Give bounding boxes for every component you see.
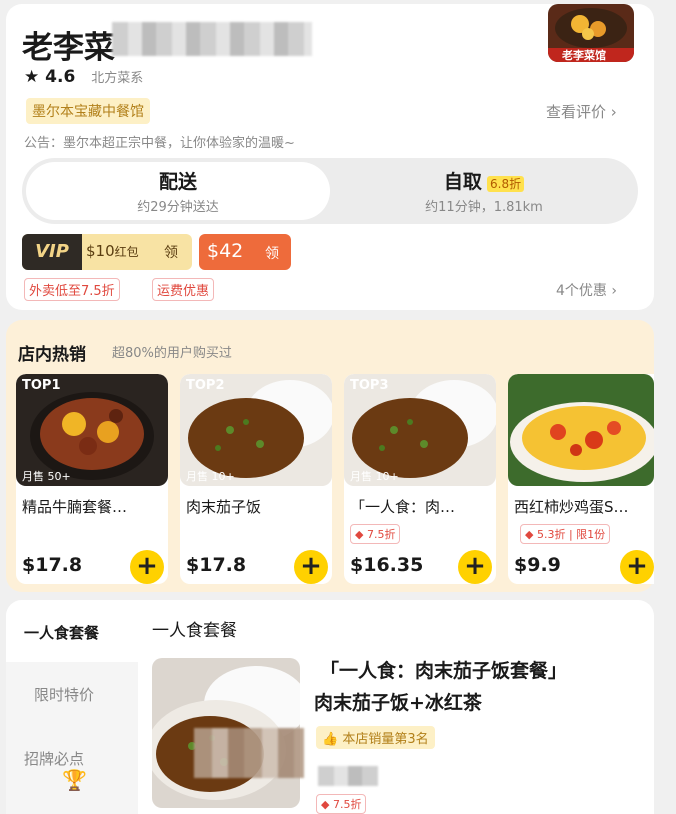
section-title: 一人食套餐 bbox=[152, 621, 237, 641]
coupon-amount: $42 bbox=[207, 240, 244, 262]
logo-caption: 老李菜馆 bbox=[562, 49, 606, 62]
item-name: 「一人食：肉… bbox=[350, 498, 456, 516]
deliver-time: 约29分钟送达 bbox=[137, 200, 219, 215]
chevron-right-icon: › bbox=[611, 283, 617, 299]
shop-notice[interactable]: 公告：墨尔本超正宗中餐，让你体验家的温暖~ bbox=[24, 132, 295, 151]
plus-icon[interactable]: + bbox=[458, 550, 492, 584]
discount-text: 5.3折 | 限1份 bbox=[536, 528, 606, 541]
hot-subtitle: 超80%的用户购买过 bbox=[112, 346, 232, 361]
item-name: 西红柿炒鸡蛋S… bbox=[514, 498, 629, 516]
tag-icon: ◆ bbox=[321, 798, 330, 811]
delivery-toggle: 配送 约29分钟送达 自取 6.8折 约11分钟，1.81km bbox=[22, 158, 638, 224]
category-item[interactable]: 限时特价 bbox=[34, 684, 94, 705]
item-name: 精品牛腩套餐… bbox=[22, 498, 128, 516]
deliver-option[interactable]: 配送 约29分钟送达 bbox=[26, 162, 330, 220]
category-item-active[interactable]: 一人食套餐 bbox=[6, 600, 138, 662]
shop-name: 老李菜 bbox=[22, 30, 115, 66]
item-name: 肉末茄子饭 bbox=[186, 498, 262, 516]
cuisine: 北方菜系 bbox=[91, 71, 144, 86]
hot-item-4[interactable]: 西红柿炒鸡蛋S… ◆ 5.3折 | 限1份 $9.9 + bbox=[508, 374, 654, 584]
vip-coupon[interactable]: VIP $10红包 领 bbox=[22, 234, 192, 270]
discount-tag: ◆ 7.5折 bbox=[350, 524, 401, 544]
rating-row: ★ 4.6 北方菜系 bbox=[24, 67, 143, 87]
offers-link-label: 4个优惠 bbox=[556, 283, 607, 299]
hot-selling-section: 店内热销 超80%的用户购买过 TOP1 月售 50+ 精品牛腩套餐… $17.… bbox=[6, 320, 654, 592]
vip-amount: $10 bbox=[86, 242, 115, 260]
store-coupon[interactable]: $42 领 bbox=[199, 234, 291, 270]
vip-label: VIP bbox=[22, 234, 82, 270]
rank-label: TOP2 bbox=[186, 378, 225, 393]
tag-icon: ◆ bbox=[355, 528, 364, 541]
plus-icon[interactable]: + bbox=[294, 550, 328, 584]
tag-icon: ◆ bbox=[525, 528, 534, 541]
sales-label: 月售 50+ bbox=[22, 470, 71, 483]
blurred-name bbox=[112, 22, 312, 56]
sales-rank-text: 本店销量第3名 bbox=[342, 732, 429, 747]
plus-icon[interactable]: + bbox=[620, 550, 654, 584]
pickup-option[interactable]: 自取 6.8折 约11分钟，1.81km bbox=[334, 162, 634, 220]
item-price: $17.8 bbox=[22, 554, 83, 576]
menu-item-name: 「一人食：肉末茄子饭套餐」 bbox=[320, 660, 568, 682]
blurred-price bbox=[318, 766, 378, 786]
promo-shipping: 运费优惠 bbox=[152, 278, 215, 301]
category-sidebar: 一人食套餐 限时特价 招牌必点 🏆 bbox=[6, 600, 138, 814]
star-icon: ★ bbox=[24, 67, 40, 87]
sales-label: 月售 10+ bbox=[350, 470, 399, 483]
discount-tag: ◆ 5.3折 | 限1份 bbox=[520, 524, 611, 544]
promo-discount: 外卖低至7.5折 bbox=[24, 278, 120, 301]
menu-item-desc: 肉末茄子饭+冰红茶 bbox=[314, 692, 482, 714]
shop-logo[interactable]: 老李菜馆 bbox=[548, 4, 634, 62]
food-image bbox=[508, 374, 654, 486]
hot-title: 店内热销 bbox=[18, 345, 86, 365]
review-link[interactable]: 查看评价 › bbox=[546, 101, 617, 122]
coupon-claim[interactable]: 领 bbox=[265, 243, 279, 263]
item-price: $17.8 bbox=[186, 554, 247, 576]
vip-unit: 红包 bbox=[114, 245, 139, 259]
shop-badge[interactable]: 墨尔本宝藏中餐馆 bbox=[26, 98, 150, 124]
offers-link[interactable]: 4个优惠 › bbox=[556, 280, 617, 300]
rating-value: 4.6 bbox=[45, 67, 76, 87]
plus-icon[interactable]: + bbox=[130, 550, 164, 584]
menu-discount-tag: ◆ 7.5折 bbox=[316, 794, 367, 814]
hot-item-1[interactable]: TOP1 月售 50+ 精品牛腩套餐… $17.8 + bbox=[16, 374, 168, 584]
trophy-icon: 🏆 bbox=[62, 768, 87, 792]
menu-section: 一人食套餐 限时特价 招牌必点 🏆 一人食套餐 「一人食：肉末茄子饭套餐」 肉末… bbox=[6, 600, 654, 814]
rank-label: TOP1 bbox=[22, 378, 61, 393]
item-price: $9.9 bbox=[514, 554, 561, 576]
discount-text: 7.5折 bbox=[332, 798, 362, 811]
sales-rank-badge: 👍 本店销量第3名 bbox=[316, 726, 435, 749]
pickup-discount: 6.8折 bbox=[487, 176, 525, 192]
hot-item-2[interactable]: TOP2 月售 10+ 肉末茄子饭 $17.8 + bbox=[180, 374, 332, 584]
discount-text: 7.5折 bbox=[366, 528, 396, 541]
shop-info-card: 老李菜 老李菜馆 ★ 4.6 北方菜系 墨尔本宝藏中餐馆 查看评价 › 公告：墨… bbox=[6, 4, 654, 310]
hot-item-3[interactable]: TOP3 月售 10+ 「一人食：肉… ◆ 7.5折 $16.35 + bbox=[344, 374, 496, 584]
sales-label: 月售 10+ bbox=[186, 470, 235, 483]
category-label: 一人食套餐 bbox=[24, 624, 100, 642]
blurred-overlay bbox=[194, 728, 304, 778]
category-item[interactable]: 招牌必点 bbox=[24, 748, 84, 769]
item-price: $16.35 bbox=[350, 554, 424, 576]
deliver-label: 配送 bbox=[158, 171, 197, 193]
review-link-label: 查看评价 bbox=[546, 103, 607, 121]
pickup-label: 自取 bbox=[443, 171, 482, 193]
chevron-right-icon: › bbox=[610, 103, 617, 121]
vip-claim[interactable]: 领 bbox=[164, 242, 178, 262]
rank-label: TOP3 bbox=[350, 378, 389, 393]
pickup-info: 约11分钟，1.81km bbox=[425, 200, 543, 215]
thumb-icon: 👍 bbox=[322, 732, 339, 747]
